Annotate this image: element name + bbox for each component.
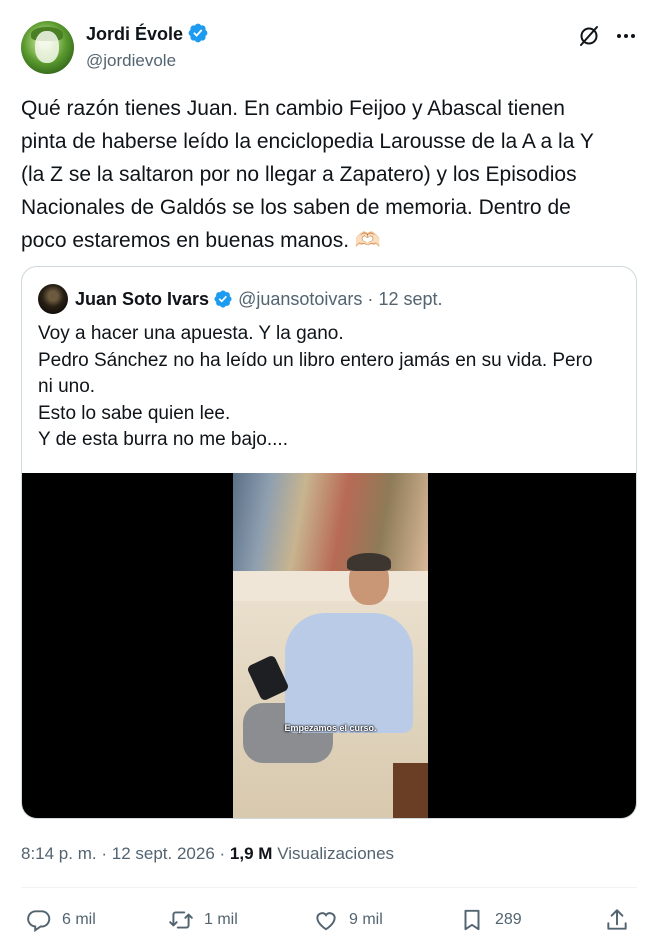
views-label: Visualizaciones (277, 844, 395, 863)
retweet-icon (169, 911, 193, 929)
tweet-line: pinta de haberse leído la enciclopedia L… (21, 130, 594, 153)
retweet-button[interactable]: 1 mil (168, 906, 238, 934)
separator-dot: · (219, 844, 226, 863)
tweet-meta: 8:14 p. m. · 12 sept. 2026 · 1,9 M Visua… (21, 842, 394, 866)
views-count: 1,9 M (229, 844, 273, 863)
quoted-line: Voy a hacer una apuesta. Y la gano. (38, 323, 344, 344)
grok-icon[interactable] (577, 24, 601, 48)
painting-background (233, 473, 428, 571)
quoted-line: Pedro Sánchez no ha leído un libro enter… (38, 349, 593, 371)
like-icon (316, 912, 336, 931)
bookmark-count: 289 (495, 911, 522, 928)
reply-icon (27, 910, 51, 933)
separator-dot: · (367, 289, 374, 309)
video-frame: Empezamos el curso. (233, 473, 428, 818)
divider (21, 887, 637, 888)
quoted-line: Y de esta burra no me bajo.... (38, 429, 288, 450)
retweet-count: 1 mil (204, 911, 238, 928)
tweet-date[interactable]: 12 sept. 2026 (112, 844, 215, 863)
quoted-text: Voy a hacer una apuesta. Y la gano. Pedr… (38, 321, 622, 454)
quoted-line: ni uno. (38, 376, 96, 397)
person (285, 613, 413, 733)
tweet-text: Qué razón tienes Juan. En cambio Feijoo … (21, 92, 637, 257)
quoted-author-name[interactable]: Juan Soto Ivars (75, 289, 209, 309)
quoted-line: Esto lo sabe quien lee. (38, 402, 231, 424)
reply-button[interactable]: 6 mil (26, 906, 96, 934)
share-icon (607, 909, 627, 930)
author-avatar[interactable] (21, 21, 74, 74)
author-handle[interactable]: @jordievole (86, 50, 176, 72)
author-name-row[interactable]: Jordi Évole (86, 22, 209, 46)
verified-badge-icon (214, 290, 232, 308)
reply-count: 6 mil (62, 911, 96, 928)
quoted-header: Juan Soto Ivars @juansotoivars · 12 sept… (75, 287, 442, 311)
video-player[interactable]: Empezamos el curso. (22, 473, 636, 818)
like-count: 9 mil (349, 911, 383, 928)
quoted-author-avatar[interactable] (38, 284, 68, 314)
tweet-line: (la Z se la saltaron por no llegar a Zap… (21, 163, 577, 186)
quoted-tweet[interactable]: Juan Soto Ivars @juansotoivars · 12 sept… (21, 266, 637, 819)
share-button[interactable] (604, 906, 640, 934)
tweet-line: Nacionales de Galdós se los saben de mem… (21, 196, 571, 219)
video-caption: Empezamos el curso. (284, 723, 377, 733)
like-button[interactable]: 9 mil (313, 906, 383, 934)
bookmark-icon (464, 909, 480, 931)
more-icon[interactable] (614, 24, 638, 48)
bookmark-button[interactable]: 289 (459, 906, 522, 934)
tweet-line: poco estaremos en buenas manos. 🫶🏻 (21, 229, 382, 252)
quoted-date[interactable]: 12 sept. (378, 289, 442, 309)
quoted-author-handle[interactable]: @juansotoivars (238, 289, 362, 309)
verified-badge-icon (188, 23, 208, 43)
author-name[interactable]: Jordi Évole (86, 24, 183, 44)
tweet-time[interactable]: 8:14 p. m. (21, 844, 97, 863)
separator-dot: · (101, 844, 108, 863)
tweet-line: Qué razón tienes Juan. En cambio Feijoo … (21, 97, 565, 120)
